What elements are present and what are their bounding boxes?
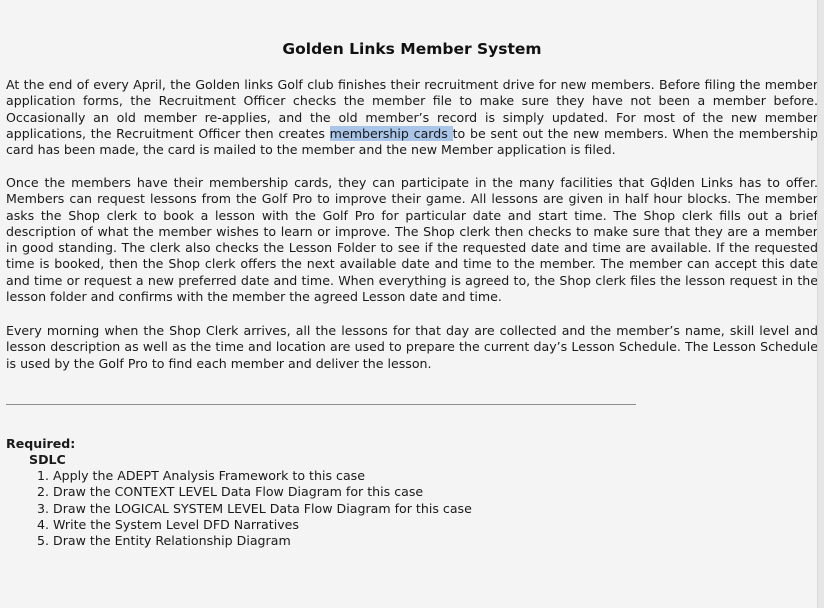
selected-text-membership-cards[interactable]: membership cards <box>329 125 453 141</box>
paragraph-schedule: Every morning when the Shop Clerk arrive… <box>6 323 818 371</box>
task-item: Draw the CONTEXT LEVEL Data Flow Diagram… <box>53 484 472 500</box>
task-item: Write the System Level DFD Narratives <box>53 517 472 533</box>
task-list: Apply the ADEPT Analysis Framework to th… <box>29 468 472 549</box>
sdlc-heading: SDLC <box>29 452 66 467</box>
required-heading: Required: <box>6 436 76 451</box>
document-page: Golden Links Member System At the end of… <box>0 0 824 608</box>
task-item: Draw the LOGICAL SYSTEM LEVEL Data Flow … <box>53 501 472 517</box>
text-cursor <box>665 177 666 189</box>
page-title: Golden Links Member System <box>282 40 542 58</box>
window-edge <box>817 0 824 608</box>
task-item: Apply the ADEPT Analysis Framework to th… <box>53 468 472 484</box>
task-item: Draw the Entity Relationship Diagram <box>53 533 472 549</box>
paragraph-recruitment: At the end of every April, the Golden li… <box>6 77 818 158</box>
paragraph-lessons: Once the members have their membership c… <box>6 175 818 305</box>
horizontal-divider <box>6 404 636 405</box>
